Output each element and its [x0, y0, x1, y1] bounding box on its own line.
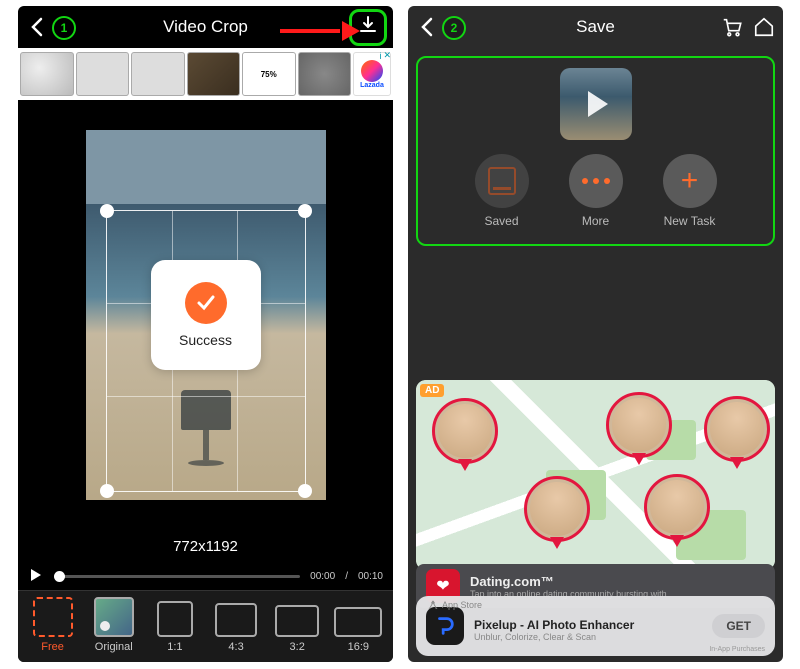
back-button[interactable] [22, 12, 52, 42]
cart-button[interactable] [719, 14, 745, 40]
ratio-original[interactable]: Original [86, 597, 141, 653]
back-button[interactable] [412, 12, 442, 42]
play-icon [588, 91, 608, 117]
app-title: Pixelup - AI Photo Enhancer [474, 618, 702, 632]
saved-action[interactable]: Saved [475, 154, 529, 228]
ad-thumb[interactable] [131, 52, 185, 96]
video-thumbnail[interactable] [560, 68, 632, 140]
app-icon [426, 607, 464, 645]
ad-thumb[interactable]: 75% [242, 52, 296, 96]
dimensions-label: 772x1192 [18, 530, 393, 563]
screen-save: 2 Save Saved More [408, 6, 783, 662]
more-action[interactable]: More [569, 154, 623, 228]
success-toast: Success [151, 260, 261, 370]
ratio-3-2[interactable]: 3:2 [270, 605, 325, 653]
home-button[interactable] [751, 14, 777, 40]
success-label: Success [179, 332, 232, 348]
ratio-16-9[interactable]: 16:9 [331, 607, 386, 653]
ad-thumb[interactable] [187, 52, 241, 96]
playback-bar: 00:00/00:10 [18, 563, 393, 590]
profile-pin [524, 476, 590, 542]
crop-handle-br[interactable] [298, 484, 312, 498]
crop-handle-tr[interactable] [298, 204, 312, 218]
header: 1 Video Crop [18, 6, 393, 48]
ad-thumb[interactable] [298, 52, 352, 96]
get-button[interactable]: GET [712, 614, 765, 638]
screen-video-crop: 1 Video Crop 75% Lazada i✕ [18, 6, 393, 662]
video-preview: Success [18, 100, 393, 530]
ad-title: Dating.com™ [470, 574, 667, 589]
save-panel: Saved More + New Task [416, 56, 775, 246]
ad-map-card[interactable]: AD [416, 380, 775, 570]
ratio-free[interactable]: Free [25, 597, 80, 653]
iap-label: In-App Purchases [709, 646, 765, 653]
more-icon [582, 178, 610, 184]
plus-icon: + [681, 166, 699, 196]
header: 2 Save [408, 6, 783, 48]
ratio-4-3[interactable]: 4:3 [209, 603, 264, 653]
ad-badge: AD [420, 384, 444, 397]
crop-handle-bl[interactable] [100, 484, 114, 498]
ad-thumb[interactable] [76, 52, 130, 96]
step-badge: 1 [52, 16, 76, 40]
ad-info-icon[interactable]: i✕ [379, 50, 391, 61]
profile-pin [704, 396, 770, 462]
step-badge: 2 [442, 16, 466, 40]
time-current: 00:00 [310, 571, 335, 582]
profile-pin [606, 392, 672, 458]
profile-pin [644, 474, 710, 540]
profile-pin [432, 398, 498, 464]
crop-handle-tl[interactable] [100, 204, 114, 218]
appstore-sheet[interactable]: App Store Pixelup - AI Photo Enhancer Un… [416, 596, 775, 656]
ad-thumb[interactable] [20, 52, 74, 96]
play-button[interactable] [28, 567, 44, 586]
ad-banner-strip[interactable]: 75% Lazada i✕ [18, 48, 393, 100]
checkmark-icon [185, 282, 227, 324]
download-button[interactable] [349, 9, 387, 46]
appstore-label: App Store [428, 600, 482, 610]
save-icon [488, 167, 516, 195]
aspect-ratio-bar: Free Original 1:1 4:3 3:2 16:9 [18, 590, 393, 662]
new-task-action[interactable]: + New Task [663, 154, 717, 228]
ratio-1-1[interactable]: 1:1 [147, 601, 202, 653]
seek-slider[interactable] [54, 575, 300, 578]
app-subtitle: Unblur, Colorize, Clear & Scan [474, 632, 702, 642]
time-total: 00:10 [358, 571, 383, 582]
